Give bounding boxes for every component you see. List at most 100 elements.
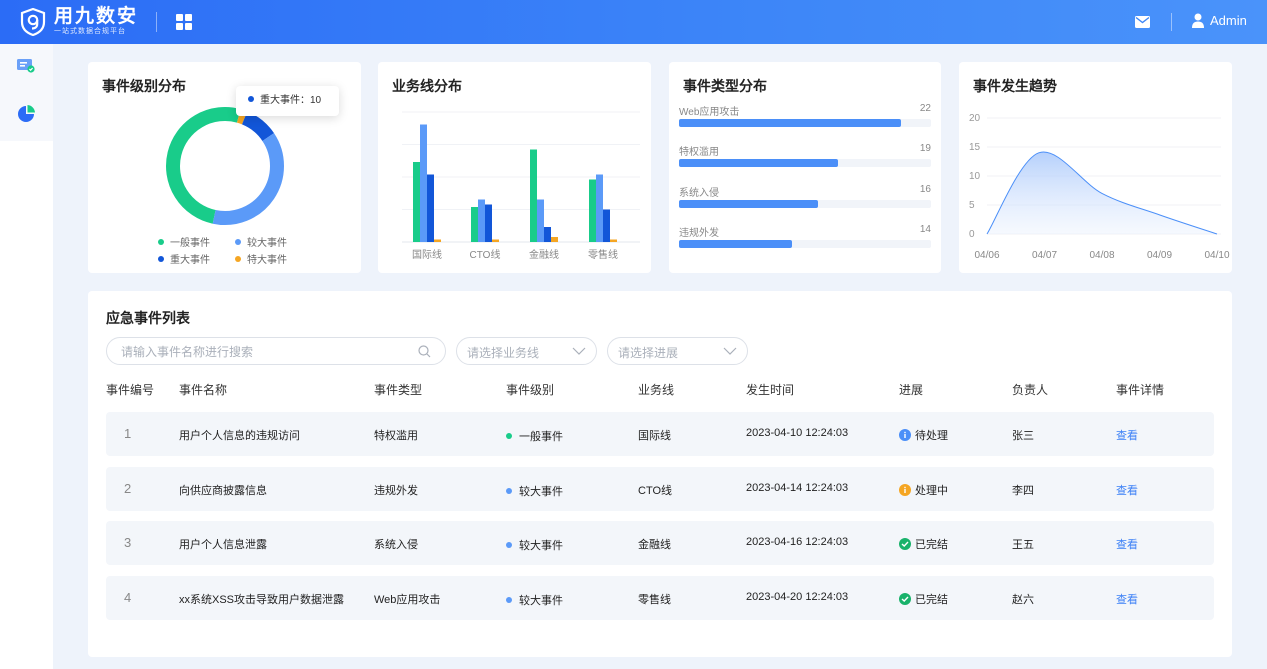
x-tick-label: CTO线 bbox=[470, 248, 501, 261]
search-input[interactable] bbox=[121, 343, 401, 361]
business-bar-chart: 国际线 CTO线 金融线 零售线 bbox=[402, 111, 640, 261]
username: Admin bbox=[1210, 13, 1247, 28]
trend-card: 事件发生趋势 0 5 10 15 20 04/06 04/07 04/08 04/09 04/10 bbox=[959, 62, 1232, 273]
view-detail-link[interactable]: 查看 bbox=[1116, 591, 1138, 607]
bar bbox=[413, 162, 420, 242]
incident-list-card: 应急事件列表 请选择业务线 请选择进展 事件编号 事件名称 事件类型 事件级别 业务线 发… bbox=[88, 291, 1232, 657]
legend-dot bbox=[158, 256, 164, 262]
level-dot bbox=[506, 488, 512, 494]
sidebar-monitor-icon[interactable] bbox=[17, 58, 35, 74]
type-bar-track bbox=[679, 119, 931, 127]
check-circle-icon bbox=[899, 538, 911, 550]
event-time: 2023-04-14 12:24:03 bbox=[746, 482, 849, 494]
x-tick-label: 国际线 bbox=[412, 248, 442, 261]
user-menu[interactable]: Admin bbox=[1192, 13, 1247, 28]
bar bbox=[434, 239, 441, 242]
y-tick-label: 0 bbox=[969, 229, 975, 240]
view-detail-link[interactable]: 查看 bbox=[1116, 427, 1138, 443]
select-placeholder: 请选择进展 bbox=[618, 346, 679, 360]
table-row[interactable]: 2 向供应商披露信息 违规外发 较大事件 CTO线 2023-04-14 12:24:03… bbox=[106, 467, 1214, 511]
owner: 李四 bbox=[1012, 485, 1034, 497]
event-time: 2023-04-10 12:24:03 bbox=[746, 427, 849, 439]
type-value: 22 bbox=[919, 103, 931, 114]
status-label: 待处理 bbox=[915, 430, 948, 442]
info-circle-icon bbox=[899, 484, 911, 496]
level-label: 较大事件 bbox=[519, 540, 563, 552]
event-status: 待处理 bbox=[899, 427, 948, 443]
level-label: 一般事件 bbox=[519, 431, 563, 443]
type-bar-fill bbox=[679, 240, 793, 248]
event-type: 违规外发 bbox=[374, 485, 418, 497]
event-level: 较大事件 bbox=[506, 483, 563, 499]
brand-logo[interactable]: 用九数安 一站式数据合规平台 bbox=[20, 7, 138, 36]
list-title: 应急事件列表 bbox=[106, 310, 190, 326]
header-divider bbox=[1171, 13, 1172, 31]
bar bbox=[596, 174, 603, 242]
legend-dot bbox=[158, 239, 164, 245]
status-label: 已完结 bbox=[915, 539, 948, 551]
type-bar-track bbox=[679, 240, 931, 248]
event-name: xx系统XSS攻击导致用户数据泄露 bbox=[179, 594, 345, 606]
donut-slice-一般事件 bbox=[166, 107, 241, 224]
x-tick-label: 04/09 bbox=[1147, 250, 1172, 261]
event-status: 处理中 bbox=[899, 482, 948, 498]
info-circle-icon bbox=[899, 429, 911, 441]
bar bbox=[478, 199, 485, 242]
column-header: 事件级别 bbox=[506, 383, 555, 397]
event-id: 1 bbox=[124, 426, 132, 441]
column-header: 进展 bbox=[899, 383, 924, 397]
chevron-down-icon bbox=[723, 347, 737, 355]
sidebar-pie-chart-icon[interactable] bbox=[17, 105, 35, 123]
bar bbox=[537, 199, 544, 242]
legend-item: 重大事件 bbox=[158, 251, 210, 266]
event-time: 2023-04-16 12:24:03 bbox=[746, 536, 849, 548]
type-value: 19 bbox=[919, 143, 931, 154]
brand-subtitle: 一站式数据合规平台 bbox=[54, 28, 126, 35]
type-bar-track bbox=[679, 159, 931, 167]
event-name: 用户个人信息的违规访问 bbox=[179, 430, 300, 442]
business-line: 金融线 bbox=[638, 539, 671, 551]
owner: 张三 bbox=[1012, 430, 1034, 442]
type-name: 系统入侵 bbox=[679, 188, 719, 199]
table-row[interactable]: 3 用户个人信息泄露 系统入侵 较大事件 金融线 2023-04-16 12:24:03 已… bbox=[106, 521, 1214, 565]
view-detail-link[interactable]: 查看 bbox=[1116, 536, 1138, 552]
level-dot bbox=[506, 433, 512, 439]
table-row[interactable]: 1 用户个人信息的违规访问 特权滥用 一般事件 国际线 2023-04-10 12:24:… bbox=[106, 412, 1214, 456]
check-circle-icon bbox=[899, 593, 911, 605]
event-status: 已完结 bbox=[899, 536, 948, 552]
table-row[interactable]: 4 xx系统XSS攻击导致用户数据泄露 Web应用攻击 较大事件 零售线 2023-04-… bbox=[106, 576, 1214, 620]
column-header: 负责人 bbox=[1012, 383, 1049, 397]
app-grid-icon[interactable] bbox=[176, 14, 192, 30]
column-header: 事件详情 bbox=[1116, 383, 1165, 397]
event-level: 一般事件 bbox=[506, 428, 563, 444]
x-tick-label: 04/10 bbox=[1204, 250, 1229, 261]
business-line: CTO线 bbox=[638, 485, 673, 497]
column-header: 发生时间 bbox=[746, 383, 795, 397]
search-icon[interactable] bbox=[418, 345, 431, 358]
level-label: 较大事件 bbox=[519, 595, 563, 607]
tooltip-dot bbox=[248, 96, 254, 102]
event-id: 2 bbox=[124, 481, 132, 496]
bar bbox=[544, 227, 551, 242]
bar bbox=[610, 239, 617, 242]
progress-select[interactable]: 请选择进展 bbox=[607, 337, 748, 365]
event-name: 向供应商披露信息 bbox=[179, 485, 267, 497]
view-detail-link[interactable]: 查看 bbox=[1116, 482, 1138, 498]
business-line-select[interactable]: 请选择业务线 bbox=[456, 337, 597, 365]
user-icon bbox=[1192, 13, 1204, 28]
type-bar-fill bbox=[679, 200, 818, 208]
y-tick-label: 10 bbox=[969, 171, 981, 182]
event-type-card: 事件类型分布 Web应用攻击 22 特权滥用 19 系统入侵 16 违规外发 1… bbox=[669, 62, 941, 273]
level-label: 较大事件 bbox=[519, 486, 563, 498]
level-dot bbox=[506, 597, 512, 603]
search-box bbox=[106, 337, 446, 365]
status-label: 处理中 bbox=[915, 485, 948, 497]
event-type: 系统入侵 bbox=[374, 539, 418, 551]
event-level: 较大事件 bbox=[506, 592, 563, 608]
type-bar-fill bbox=[679, 119, 901, 127]
bar bbox=[551, 237, 558, 242]
header-divider bbox=[156, 12, 157, 32]
owner: 王五 bbox=[1012, 539, 1034, 551]
mail-icon[interactable] bbox=[1135, 16, 1150, 28]
y-tick-label: 15 bbox=[969, 142, 981, 153]
